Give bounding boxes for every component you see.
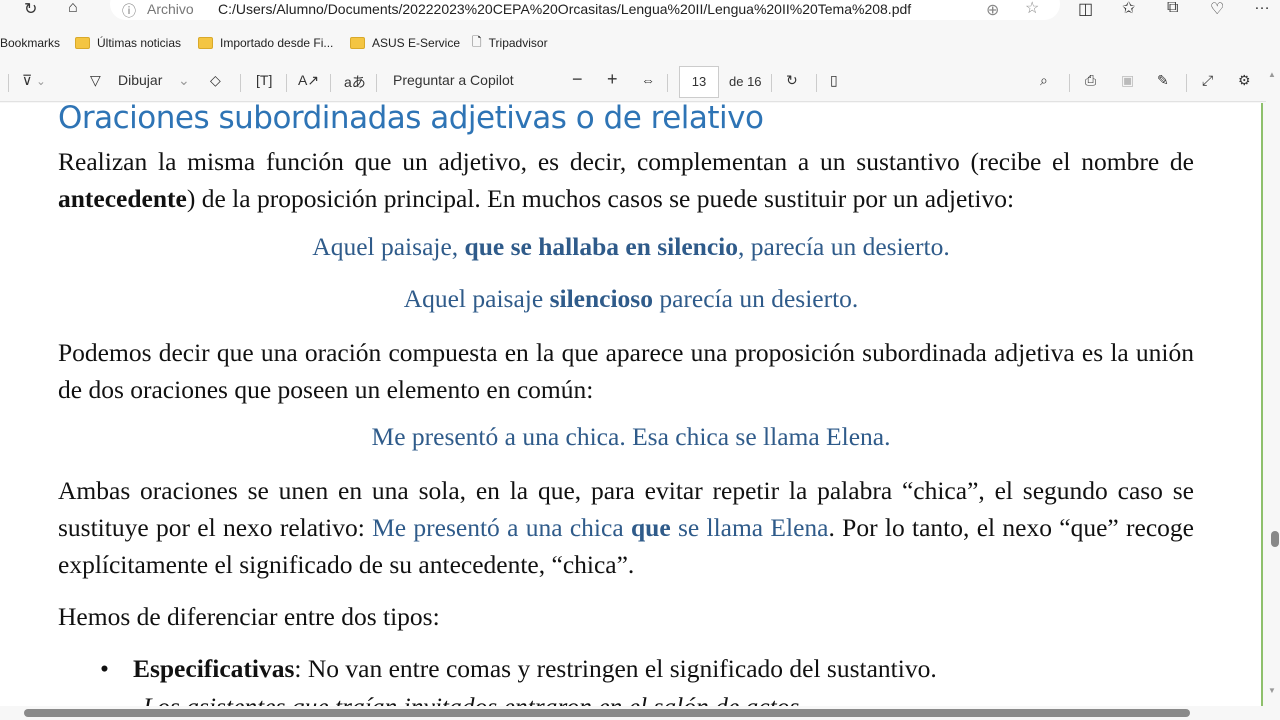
pdf-page: Oraciones subordinadas adjetivas o de re…: [0, 103, 1262, 707]
draw-icon[interactable]: ▽: [90, 72, 101, 89]
favorites-icon[interactable]: ✩: [1122, 0, 1135, 18]
page-count: de 16: [729, 74, 762, 89]
vertical-scrollbar[interactable]: ▲ ▼: [1266, 62, 1280, 708]
search-icon[interactable]: ⌕: [1040, 72, 1048, 89]
url-prefix: Archivo: [147, 1, 194, 17]
rotate-icon[interactable]: ↻: [786, 72, 798, 89]
bullet-example: Los asistentes que traían invitados entr…: [143, 692, 800, 707]
read-aloud-icon[interactable]: A↗: [298, 72, 319, 89]
bookmark-ultimas-noticias[interactable]: Últimas noticias: [75, 30, 181, 56]
save-as-icon[interactable]: ✎: [1157, 72, 1169, 89]
eraser-icon[interactable]: ◇: [210, 72, 221, 89]
draw-button[interactable]: Dibujar: [118, 72, 162, 88]
bookmark-label: Importado desde Fi...: [220, 36, 334, 50]
horizontal-scrollbar[interactable]: [0, 706, 1280, 720]
collections-icon[interactable]: ⧉: [1167, 0, 1178, 17]
paragraph-2: Podemos decir que una oración compuesta …: [58, 338, 1194, 404]
more-icon[interactable]: …: [1254, 0, 1270, 14]
bookmark-label: Tripadvisor: [488, 36, 548, 50]
refresh-icon[interactable]: ↻: [24, 0, 37, 19]
folder-icon: [75, 37, 90, 49]
example-2: Aquel paisaje silencioso parecía un desi…: [403, 284, 859, 313]
page-view-icon[interactable]: ▯: [830, 72, 838, 89]
zoom-out-icon[interactable]: −: [572, 69, 583, 90]
horizontal-scroll-thumb[interactable]: [24, 709, 1190, 717]
bookmark-label: ASUS E-Service: [372, 36, 461, 50]
paragraph-3: Ambas oraciones se unen en una sola, en …: [58, 476, 1194, 579]
bookmarks-label[interactable]: Bookmarks: [0, 30, 60, 56]
favorite-star-icon[interactable]: ☆: [1025, 0, 1039, 18]
highlight-icon[interactable]: ⊽ ⌄: [22, 72, 46, 89]
section-title: Oraciones subordinadas adjetivas o de re…: [58, 103, 764, 136]
fullscreen-icon[interactable]: ⤢: [1202, 72, 1213, 89]
zoom-icon[interactable]: ⊕: [986, 0, 999, 20]
text-box-icon[interactable]: [T]: [256, 72, 272, 88]
home-icon[interactable]: ⌂: [68, 0, 78, 17]
paragraph-4: Hemos de diferenciar entre dos tipos:: [58, 602, 440, 631]
browser-essentials-icon[interactable]: ♡: [1210, 0, 1224, 19]
folder-icon: [350, 37, 365, 49]
save-icon[interactable]: ▣: [1121, 72, 1134, 89]
bookmark-label: Últimas noticias: [97, 36, 182, 50]
example-3: Me presentó a una chica. Esa chica se ll…: [371, 422, 891, 451]
page-icon: 🗋: [472, 34, 482, 49]
translate-icon[interactable]: aあ: [344, 72, 366, 92]
settings-gear-icon[interactable]: ⚙: [1238, 72, 1251, 89]
pdf-toolbar: ⊽ ⌄ ▽ Dibujar ⌄ ◇ [T] A↗ aあ Preguntar a …: [0, 62, 1280, 102]
split-screen-icon[interactable]: ◫: [1078, 0, 1093, 19]
bookmark-tripadvisor[interactable]: 🗋 Tripadvisor: [472, 30, 548, 56]
page-border: [1261, 103, 1263, 707]
page-number-input[interactable]: 13: [679, 66, 719, 98]
info-icon[interactable]: ⓘ: [122, 1, 136, 21]
folder-icon: [198, 37, 213, 49]
zoom-in-icon[interactable]: +: [607, 69, 618, 90]
paragraph-1: Realizan la misma función que un adjetiv…: [58, 147, 1194, 213]
bookmark-importado[interactable]: Importado desde Fi...: [198, 30, 333, 56]
ask-copilot-button[interactable]: Preguntar a Copilot: [393, 72, 514, 88]
vertical-scroll-thumb[interactable]: [1271, 531, 1279, 547]
bookmark-asus[interactable]: ASUS E-Service: [350, 30, 460, 56]
bullet-especificativas: • Especificativas: No van entre comas y r…: [100, 654, 937, 683]
example-1: Aquel paisaje, que se hallaba en silenci…: [312, 232, 950, 261]
chevron-down-icon[interactable]: ⌄: [178, 72, 190, 89]
url-text[interactable]: C:/Users/Alumno/Documents/20222023%20CEP…: [218, 1, 911, 17]
print-icon[interactable]: ⎙: [1085, 72, 1096, 89]
fit-width-icon[interactable]: ⇔: [641, 72, 655, 88]
